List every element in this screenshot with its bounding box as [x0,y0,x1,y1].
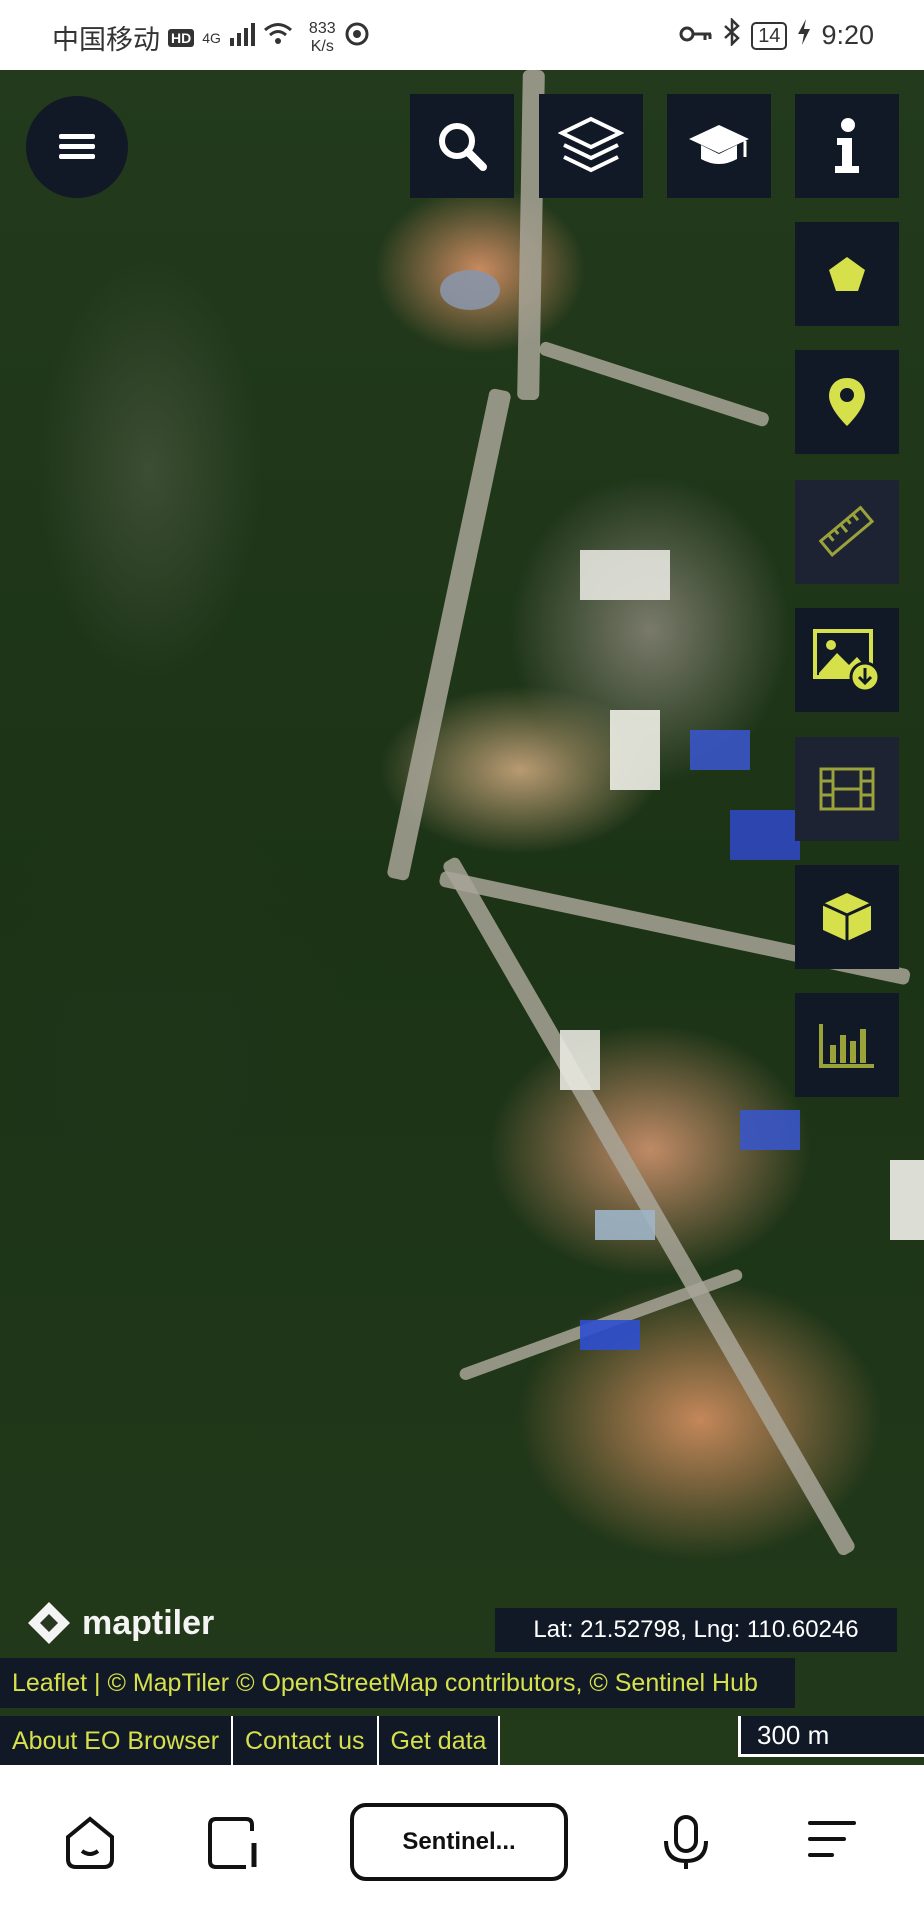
map-building [580,550,670,600]
pentagon-icon [829,257,865,291]
pin-tool-button[interactable] [795,350,899,454]
contact-link[interactable]: Contact us [233,1716,379,1766]
map-road [386,387,512,882]
wifi-icon [263,22,293,53]
tabs-icon [208,1817,257,1869]
cube-icon [822,893,872,941]
education-button[interactable] [667,94,771,198]
cursor-coordinates: Lat: 21.52798, Lng: 110.60246 [495,1608,897,1652]
map-building [690,730,750,770]
status-bar: 中国移动 HD 4G 833 K/s 14 9:20 [0,0,924,70]
microphone-icon [664,1815,708,1869]
ruler-icon [819,505,875,557]
education-icon [689,125,749,164]
clock: 9:20 [821,20,874,50]
voice-button[interactable] [660,1815,712,1876]
status-right: 14 9:20 [679,16,874,53]
network-type: 4G [202,29,221,46]
map-building [440,270,500,310]
map-building [595,1210,655,1240]
network-speed: 833 K/s [309,20,336,56]
about-link[interactable]: About EO Browser [0,1716,234,1766]
timelapse-button[interactable] [795,737,899,841]
map-road [537,340,771,428]
maptiler-text: maptiler [82,1603,215,1642]
map-building [890,1160,924,1240]
battery-level: 14 [751,21,788,50]
image-download-icon [813,629,881,693]
maptiler-logo: maptiler [26,1600,214,1646]
polygon-tool-button[interactable] [795,222,899,326]
statistics-button[interactable] [795,993,899,1097]
home-icon [66,1816,114,1869]
layers-icon [558,116,624,173]
menu-button[interactable] [26,96,128,198]
key-icon [679,20,713,51]
layers-button[interactable] [539,94,643,198]
map-building [740,1110,800,1150]
3d-view-button[interactable] [795,865,899,969]
search-icon [439,123,487,171]
info-icon [835,118,859,173]
map-building [610,710,660,790]
satellite-map[interactable] [0,70,924,1765]
menu-icon [59,134,95,159]
get-data-link[interactable]: Get data [378,1716,501,1766]
map-attribution[interactable]: Leaflet | © MapTiler © OpenStreetMap con… [0,1658,795,1708]
map-scale: 300 m [738,1716,924,1757]
chart-icon [819,1024,874,1068]
status-left: 中国移动 HD 4G 833 K/s [52,18,370,57]
speed-unit: K/s [310,37,334,55]
info-button[interactable] [795,94,899,198]
footer-links: About EO Browser Contact us Get data [0,1716,501,1766]
bluetooth-icon [723,16,741,53]
measure-tool-button[interactable] [795,480,899,584]
image-download-button[interactable] [795,608,899,712]
speed-value: 833 [308,19,336,37]
map-building [730,810,800,860]
signal-icon [229,22,255,53]
carrier-name: 中国移动 [52,25,160,55]
pin-icon [829,378,865,426]
charging-icon [797,18,811,53]
tabs-button[interactable] [206,1815,262,1876]
map-building [580,1320,640,1350]
map-building [560,1030,600,1090]
browser-bottom-nav: Sentinel... [0,1765,924,1920]
maptiler-icon [28,1602,70,1644]
home-button[interactable] [62,1815,118,1876]
search-button[interactable] [410,94,514,198]
hotspot-icon [344,21,370,54]
film-icon [819,767,875,811]
hd-badge: HD [168,28,195,47]
address-pill[interactable]: Sentinel... [350,1803,568,1881]
more-menu-button[interactable] [804,1815,858,1868]
menu-lines-icon [808,1821,856,1857]
